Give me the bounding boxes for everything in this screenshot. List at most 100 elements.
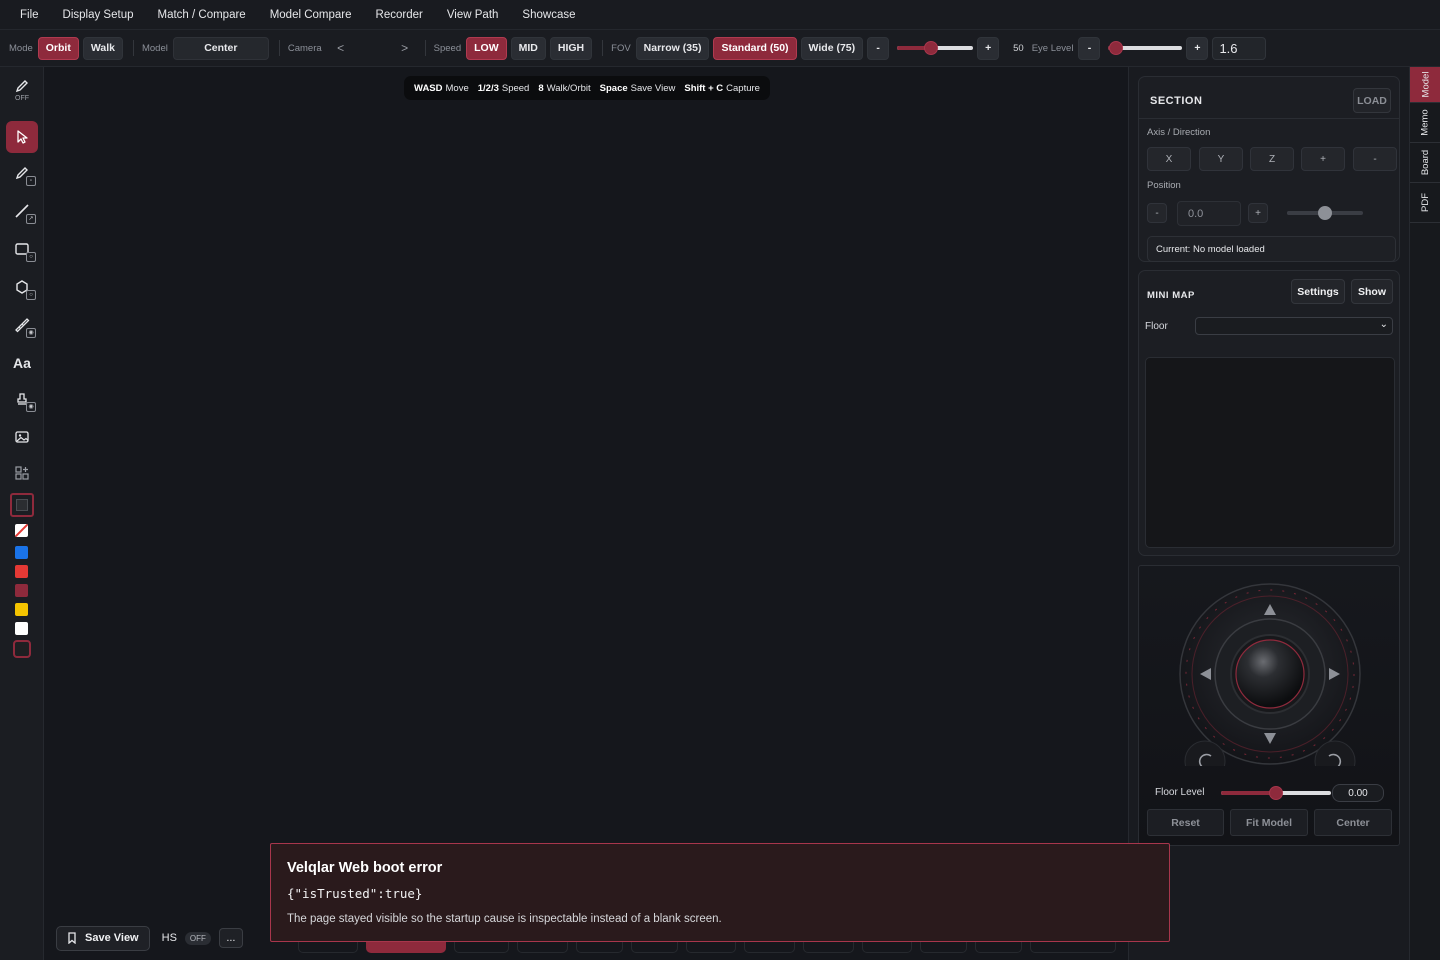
floor-level-input[interactable]: 0.00 [1332,784,1384,802]
divider [278,40,280,56]
fov-label: FOV [611,42,631,54]
menu-bar: File Display Setup Match / Compare Model… [0,0,1440,30]
measure-tool[interactable]: ◉ [6,309,38,341]
direction-minus-button[interactable]: - [1353,147,1397,171]
floor-level-slider[interactable] [1221,785,1331,801]
camera-next-button[interactable]: > [391,41,419,55]
speed-low-button[interactable]: LOW [466,36,507,60]
eye-minus-button[interactable]: - [1078,36,1101,60]
menu-showcase[interactable]: Showcase [514,0,583,30]
load-button[interactable]: LOAD [1353,88,1391,113]
tab-board[interactable]: Board [1410,143,1440,183]
axis-y-button[interactable]: Y [1199,147,1243,171]
select-tool[interactable] [6,121,38,153]
menu-file[interactable]: File [12,0,47,30]
save-view-label: Save View [85,932,139,944]
fov-standard-button[interactable]: Standard (50) [713,36,797,60]
pen-tool[interactable]: ▫ [6,157,38,189]
line-tool[interactable]: ↗ [6,195,38,227]
slider-thumb[interactable] [1318,206,1332,220]
eye-level-slider[interactable] [1108,40,1183,56]
camera-prev-button[interactable]: < [327,41,355,55]
position-minus-button[interactable]: - [1147,203,1167,223]
stamp-tool[interactable]: ◉ [6,383,38,415]
hint-capture: Shift + C Capture [684,82,760,94]
model-select[interactable]: Center [172,36,269,60]
fill-color-picker[interactable] [13,640,31,658]
position-slider[interactable] [1287,205,1363,221]
swatch-yellow[interactable] [15,603,28,616]
eye-level-input[interactable]: 1.6 [1212,36,1267,60]
slider-thumb[interactable] [1269,786,1283,800]
stroke-color-picker[interactable] [10,493,34,517]
slider-thumb[interactable] [924,41,939,55]
fov-narrow-button[interactable]: Narrow (35) [635,36,710,60]
swatch-none[interactable] [15,524,28,537]
hs-toggle[interactable]: OFF [184,931,211,945]
joystick-pad[interactable] [1139,566,1401,766]
tab-pdf[interactable]: PDF [1410,183,1440,223]
fov-plus-button[interactable]: + [977,36,1000,60]
rectangle-tool[interactable]: ○ [6,233,38,265]
swatch-white[interactable] [15,622,28,635]
menu-display-setup[interactable]: Display Setup [55,0,142,30]
position-input[interactable]: 0.0 [1177,201,1241,226]
fov-minus-button[interactable]: - [867,36,890,60]
position-plus-button[interactable]: + [1248,203,1268,223]
swatch-crimson[interactable] [15,584,28,597]
fit-model-button[interactable]: Fit Model [1230,809,1308,836]
no-color-icon [15,524,28,537]
swatch-red[interactable] [15,565,28,578]
mode-walk-button[interactable]: Walk [82,36,123,60]
error-message: The page stayed visible so the startup c… [287,913,722,925]
section-card: SECTION LOAD Axis / Direction X Y Z + - … [1138,76,1400,262]
minimap-show-button[interactable]: Show [1351,279,1393,304]
minimap-canvas[interactable] [1145,357,1395,548]
widget-tool[interactable] [6,457,38,489]
joystick-knob[interactable] [1235,639,1305,709]
direction-plus-button[interactable]: + [1301,147,1345,171]
model-label: Model [141,42,168,54]
mode-orbit-button[interactable]: Orbit [37,36,79,60]
image-tool[interactable] [6,421,38,453]
reset-button[interactable]: Reset [1147,809,1224,836]
widgets-icon [15,466,29,480]
polygon-tool[interactable]: ○ [6,271,38,303]
3d-viewport[interactable]: WASD Move 1/2/3 Speed 8 Walk/Orbit Space Sav… [44,67,1128,960]
error-title: Velqlar Web boot error [287,860,443,876]
fov-slider[interactable] [897,40,974,56]
pen-toggle[interactable] [6,75,38,97]
axis-x-button[interactable]: X [1147,147,1191,171]
tab-model[interactable]: Model [1410,67,1440,103]
save-view-button[interactable]: Save View [56,925,150,951]
menu-recorder[interactable]: Recorder [368,0,431,30]
sub-tool-icon: ○ [26,290,36,300]
sub-tool-icon: ○ [26,252,36,262]
pencil-icon [15,80,28,93]
bookmark-icon [68,932,76,944]
stroke-color-icon [16,499,28,511]
image-icon [15,431,29,443]
minimap-settings-button[interactable]: Settings [1291,279,1345,304]
center-button[interactable]: Center [1314,809,1392,836]
fov-wide-button[interactable]: Wide (75) [800,36,864,60]
speed-mid-button[interactable]: MID [510,36,546,60]
menu-model-compare[interactable]: Model Compare [262,0,360,30]
navigation-card: Floor Level 0.00 Reset Fit Model Center [1138,565,1400,846]
speed-label: Speed [433,42,462,54]
tab-memo[interactable]: Memo [1410,103,1440,143]
slider-thumb[interactable] [1108,41,1123,55]
more-button[interactable]: ... [218,928,243,948]
speed-high-button[interactable]: HIGH [549,36,593,60]
tool-rail: OFF ▫ ↗ ○ ○ ◉ Aa ◉ [0,67,44,960]
slider-fill [1221,791,1276,795]
floor-select[interactable]: ⌄ [1195,317,1393,335]
eye-level-label: Eye Level [1031,42,1074,54]
swatch-blue[interactable] [15,546,28,559]
error-code: {"isTrusted":true} [287,886,423,901]
menu-view-path[interactable]: View Path [439,0,507,30]
axis-z-button[interactable]: Z [1250,147,1294,171]
menu-match-compare[interactable]: Match / Compare [150,0,254,30]
text-tool[interactable]: Aa [6,347,38,379]
eye-plus-button[interactable]: + [1186,36,1209,60]
